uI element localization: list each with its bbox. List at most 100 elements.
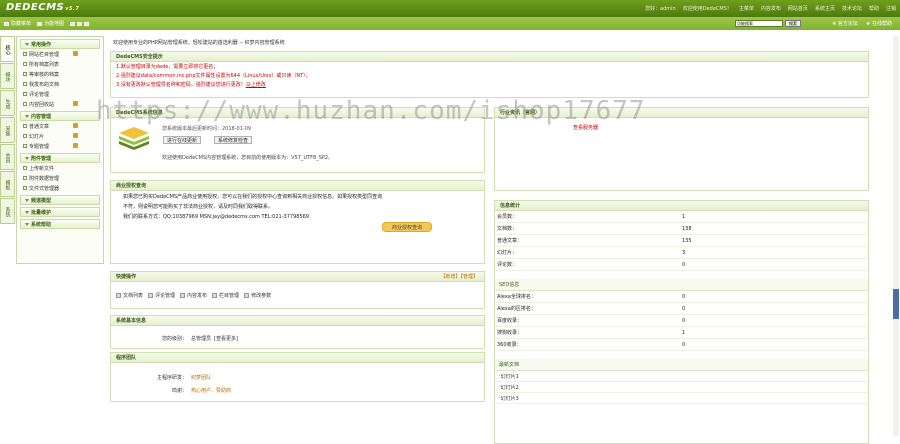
system-repair-button[interactable]: 系统修复检查 — [214, 136, 253, 144]
add-icon[interactable] — [73, 101, 78, 106]
nav-help[interactable]: 帮助 — [869, 5, 879, 12]
tab-system[interactable]: 系统 — [0, 198, 15, 224]
quick-comment-manage[interactable]: 评论管理 — [148, 292, 175, 299]
change-now-link[interactable]: 马上修改 — [246, 81, 266, 88]
sidebar-section-attachments[interactable]: 附件管理 — [20, 153, 100, 163]
sidebar-item-my-docs[interactable]: 我发布的文档 — [17, 79, 103, 89]
online-help-link[interactable]: ★ 在线帮助 — [866, 20, 892, 27]
nav-site-home[interactable]: 网站首页 — [788, 5, 808, 12]
doc-icon — [23, 176, 27, 180]
doc-icon — [23, 72, 27, 76]
license-query-button[interactable]: 商业授权查询 — [382, 222, 432, 232]
quick-doc-list[interactable]: 文档列表 — [116, 292, 143, 299]
welcome-text: 欢迎使用DedeCMS！ — [682, 6, 732, 12]
industry-news-panel: 行业资讯（官网） 查看服务器 — [494, 107, 869, 191]
sidebar-item-comments[interactable]: 评论管理 — [17, 89, 103, 99]
tab-generate[interactable]: 生成 — [0, 90, 15, 116]
tab-modules[interactable]: 模块 — [0, 63, 15, 89]
stat-row: 评论数： 0 — [495, 259, 868, 271]
sidebar-item-file-manager[interactable]: 文件式管理器 — [17, 183, 103, 193]
tab-templates[interactable]: 模板 — [0, 171, 15, 197]
thanks-value[interactable]: 热心用户、赞助商 — [191, 387, 231, 394]
sidebar-section-common[interactable]: 常用操作 — [20, 39, 100, 49]
nav-tech-forum[interactable]: 技术论坛 — [842, 5, 862, 12]
layout-icons[interactable] — [70, 21, 90, 26]
scrollbar[interactable] — [893, 36, 899, 436]
stat-row: 普通文章： 135 — [495, 235, 868, 247]
function-map-button[interactable]: 功能地图 — [37, 20, 64, 27]
settings-icon — [244, 293, 250, 298]
version-panel: DedeCMS系统信息 您系统版本最后更新时间：2018-01-09 进行在线更… — [110, 107, 485, 173]
license-title: 商业授权查询 — [111, 181, 484, 191]
version-update-time: 您系统版本最后更新时间：2018-01-09 — [162, 126, 252, 132]
add-manage-links[interactable]: 【新增】【管理】 — [440, 273, 478, 280]
tab-members[interactable]: 会员 — [0, 144, 15, 170]
map-icon — [37, 21, 43, 26]
quick-column-manage[interactable]: 栏目管理 — [212, 292, 239, 299]
sidebar-item-upload[interactable]: 上传新文件 — [17, 163, 103, 173]
sidebar-item-recycle[interactable]: 内容回收站 — [17, 99, 103, 109]
top-links: 您好：admin 欢迎使用DedeCMS！ 主菜单 内容发布 网站首页 系统主页… — [645, 5, 896, 12]
dedecms-logo[interactable]: DEDECMSv5.7 — [6, 2, 79, 13]
level-label: 您的级别： — [161, 335, 187, 342]
nav-system-home[interactable]: 系统主页 — [815, 5, 835, 12]
add-icon[interactable] — [73, 51, 78, 56]
license-text: 如果您已购买DedeCMS产品商业使用授权，您可以在我们的授权中心查询到相关商业… — [123, 193, 383, 200]
license-text: 不符，则说明您可能购买了非法商业授权，请及时同我们取得联系。 — [123, 203, 274, 210]
sys-info-title: 系统基本信息 — [111, 316, 484, 326]
latest-doc-item[interactable]: · 幻灯片2 — [495, 382, 868, 393]
sidebar-section-content[interactable]: 内容管理 — [20, 111, 100, 121]
search-button[interactable]: 搜索 — [785, 20, 801, 27]
stat-row: 文档数： 138 — [495, 223, 868, 235]
stat-row: 会员数： 1 — [495, 211, 868, 223]
latest-doc-item[interactable]: · 幻灯片3 — [495, 393, 868, 404]
contact-info: 我们的联系方式：QQ:10387969 MSN:jay@dedecms.com … — [123, 213, 309, 220]
add-icon[interactable] — [73, 123, 78, 128]
doc-icon — [23, 144, 27, 148]
seo-title: SEO信息 — [495, 279, 868, 291]
doc-icon — [23, 186, 27, 190]
quick-modify-params[interactable]: 修改参数 — [244, 292, 271, 299]
doc-list-icon — [116, 293, 121, 298]
sidebar-item-columns[interactable]: 网站栏目管理 — [17, 49, 103, 59]
doc-icon — [23, 134, 27, 138]
sidebar-item-attach-data[interactable]: 附件数据管理 — [17, 173, 103, 183]
view-more-link[interactable]: [查看更多] — [214, 335, 238, 342]
add-icon[interactable] — [73, 143, 78, 148]
team-title: 程序团队 — [111, 353, 484, 363]
sidebar-section-batch[interactable]: 批量维护 — [20, 207, 100, 217]
sidebar-item-topics[interactable]: 专题管理 — [17, 141, 103, 151]
function-search-input[interactable] — [735, 20, 783, 27]
stats-panel: 信息统计 会员数： 1 文档数： 138 普通文章： 135 幻灯片： 3 评论数： 0 … — [494, 200, 869, 444]
sidebar-item-slides[interactable]: 幻灯片 — [17, 131, 103, 141]
add-icon[interactable] — [73, 133, 78, 138]
view-server-link[interactable]: 查看服务器 — [573, 124, 868, 131]
quick-ops-title: 快捷操作 — [116, 274, 137, 280]
latest-doc-item[interactable]: · 幻灯片1 — [495, 371, 868, 382]
publish-icon — [180, 293, 186, 298]
quick-content-publish[interactable]: 内容发布 — [180, 292, 207, 299]
sidebar-section-channel[interactable]: 频道模型 — [20, 195, 100, 205]
sidebar-item-pending[interactable]: 等审核的档案 — [17, 69, 103, 79]
nav-content-publish[interactable]: 内容发布 — [761, 5, 781, 12]
security-line: 2.强烈建议data/common.inc.php文件属性设置为644（Linu… — [116, 73, 311, 79]
tab-collect[interactable]: 采集 — [0, 117, 15, 143]
level-value: 总管理员 — [191, 335, 212, 342]
official-forum-link[interactable]: ★ 官方论坛 — [832, 20, 858, 27]
scrollbar-thumb[interactable] — [893, 289, 899, 319]
sidebar-item-article[interactable]: 普通文章 — [17, 121, 103, 131]
hide-menu-button[interactable]: 隐藏菜单 — [4, 20, 31, 27]
layout-icon-1 — [70, 21, 76, 26]
sidebar-section-help[interactable]: 系统帮助 — [20, 219, 100, 229]
nav-main-menu[interactable]: 主菜单 — [739, 5, 754, 12]
tab-core[interactable]: 核心 — [0, 36, 15, 62]
security-line: 3.没有更改默认管理员名称和密码，强烈建议您进行更改！ 马上修改 — [116, 81, 266, 88]
team-value[interactable]: 织梦团队 — [191, 374, 211, 381]
sidebar-item-all-docs[interactable]: 所有档案列表 — [17, 59, 103, 69]
comment-icon — [148, 293, 154, 298]
version-text: 欢迎使用DedeCMS内容管理系统，您目前的使用版本为：V57_UTF8_SP2… — [162, 155, 334, 161]
layout-icon-2 — [77, 21, 83, 26]
seo-row: 搜狗收录： 1 — [495, 327, 868, 339]
online-update-button[interactable]: 进行在线更新 — [163, 136, 202, 144]
nav-logout[interactable]: 注销 — [886, 5, 896, 12]
